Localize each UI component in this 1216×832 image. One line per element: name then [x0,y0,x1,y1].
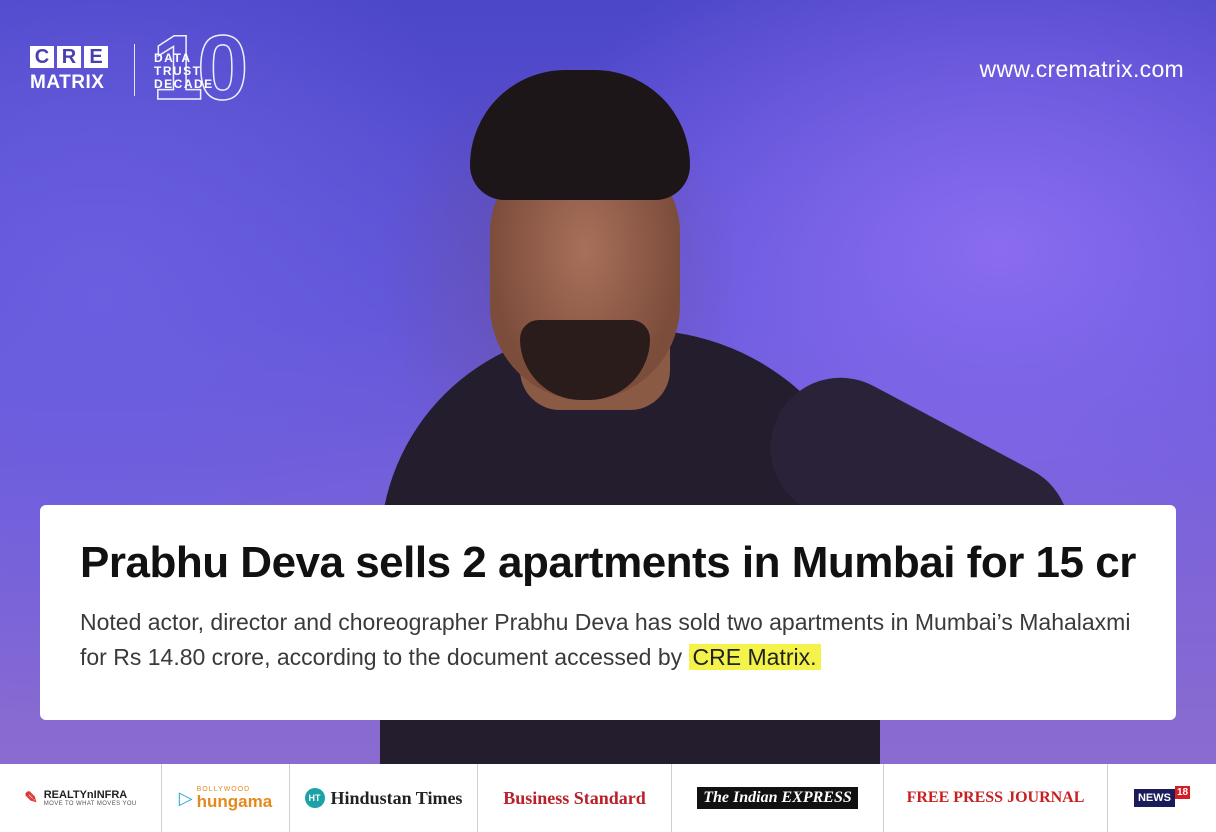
person-hair [470,70,690,200]
logo-letter-e: E [84,46,108,68]
logo-cre-blocks: C R E [30,46,108,68]
pub-business-standard: Business Standard [478,764,672,832]
pub-hindustan-times: HT Hindustan Times [290,764,478,832]
article-card: Prabhu Deva sells 2 apartments in Mumbai… [40,505,1176,720]
pub-realtyninfra: ✎ REALTYnINFRA MOVE TO WHAT MOVES YOU [0,764,162,832]
cre-matrix-logo: C R E MATRIX [30,46,108,94]
decade-word-decade: DECADE [154,77,214,91]
pub-news18: NEWS 18 [1108,764,1216,832]
logo-letter-c: C [30,46,54,68]
news-number: 18 [1174,785,1191,799]
pub-bollywood-hungama: ▷ BOLLYWOOD hungama [162,764,290,832]
decade-words: DATA TRUST DECADE [154,52,214,91]
bh-text: BOLLYWOOD hungama [197,786,273,810]
ht-badge-icon: HT [304,788,325,808]
data-trust-decade-badge: 10 DATA TRUST DECADE [151,21,252,115]
logo-matrix-text: MATRIX [30,72,105,93]
fpj-name: FREE PRESS JOURNAL [906,789,1085,806]
ie-name: The Indian EXPRESS [697,787,858,809]
pub-free-press-journal: FREE PRESS JOURNAL [884,764,1108,832]
bs-name: Business Standard [503,787,646,808]
news-name: NEWS [1133,789,1175,807]
article-body: Noted actor, director and choreographer … [80,605,1136,675]
article-headline: Prabhu Deva sells 2 apartments in Mumbai… [80,538,1136,587]
realty-name: REALTYnINFRA [43,789,128,801]
highlighted-source: CRE Matrix. [688,644,821,670]
realty-text: REALTYnINFRA MOVE TO WHAT MOVES YOU [44,789,137,807]
publications-bar: ✎ REALTYnINFRA MOVE TO WHAT MOVES YOU ▷ … [0,764,1216,832]
article-body-text: Noted actor, director and choreographer … [80,609,1131,670]
play-icon: ▷ [178,787,193,808]
website-url[interactable]: www.crematrix.com [980,56,1184,83]
realty-tagline: MOVE TO WHAT MOVES YOU [43,801,137,807]
logo-letter-r: R [57,46,81,68]
bh-main-text: hungama [196,792,273,811]
realty-logo-icon: ✎ [24,790,38,807]
ht-name: Hindustan Times [330,787,463,808]
pub-indian-express: The Indian EXPRESS [672,764,884,832]
logo-divider [134,44,135,96]
